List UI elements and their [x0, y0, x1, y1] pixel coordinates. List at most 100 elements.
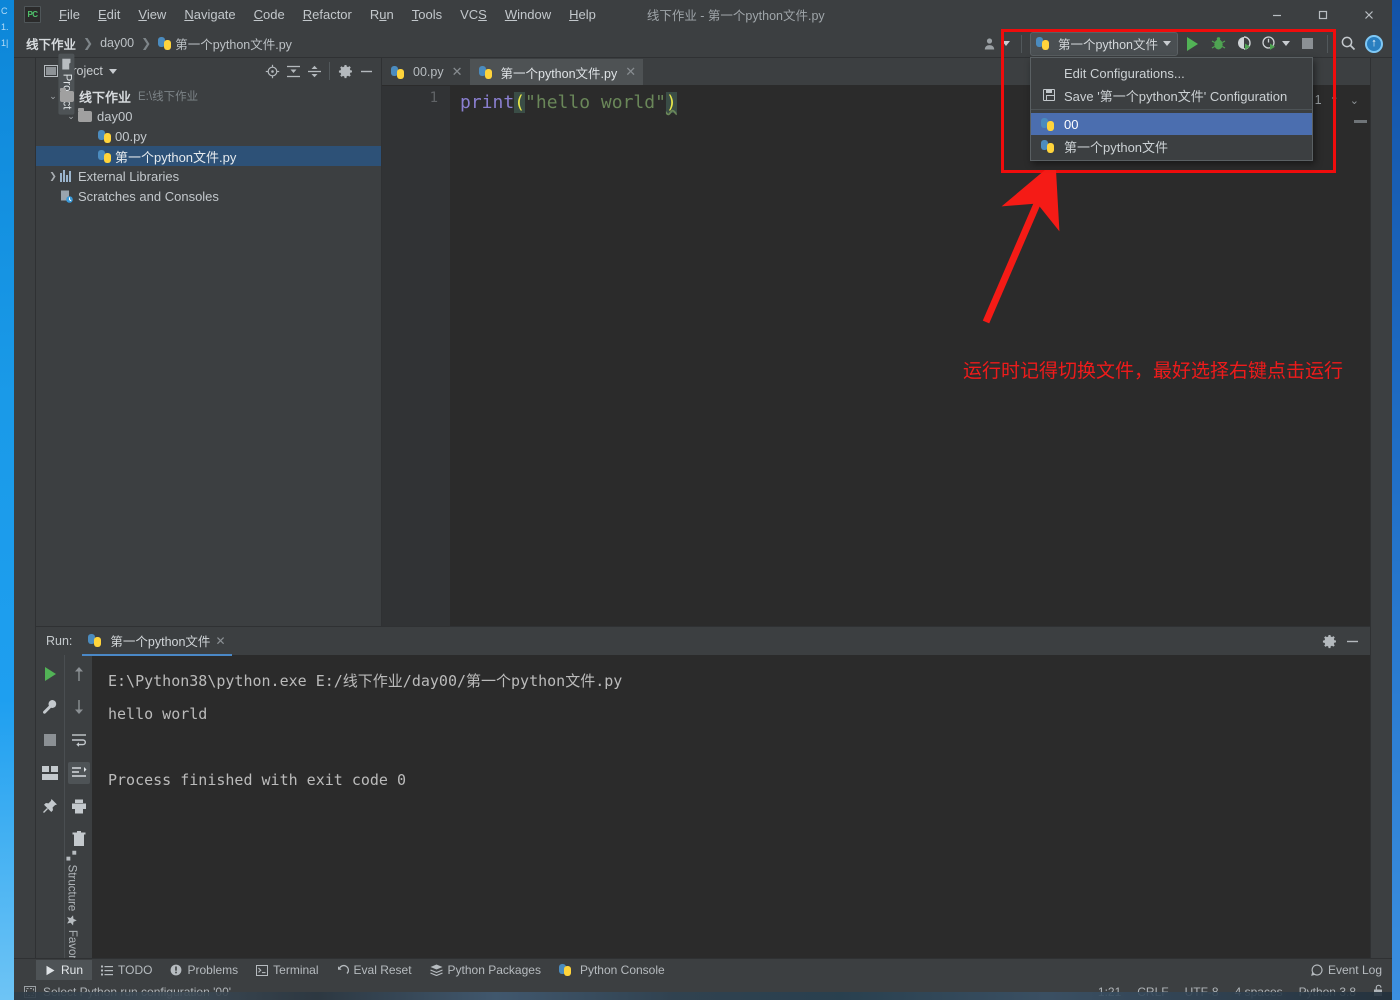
- tree-row[interactable]: ⌄ 线下作业 E:\线下作业: [36, 86, 381, 106]
- run-tab[interactable]: 第一个python文件 ✕: [82, 628, 232, 656]
- search-everywhere-button[interactable]: [1336, 32, 1360, 56]
- tool-button-problems[interactable]: Problems: [161, 960, 247, 980]
- hide-icon[interactable]: [356, 61, 376, 81]
- menu-file[interactable]: File: [50, 4, 89, 25]
- soft-wrap-icon[interactable]: [68, 729, 90, 751]
- down-arrow-icon[interactable]: [68, 696, 90, 718]
- debug-icon: [1211, 37, 1225, 50]
- stripe-item-project[interactable]: Project: [57, 53, 74, 115]
- debug-button[interactable]: [1206, 32, 1230, 56]
- tool-button-terminal[interactable]: Terminal: [247, 960, 327, 980]
- search-icon: [1341, 36, 1355, 51]
- wrench-icon[interactable]: [39, 696, 61, 718]
- run-configuration-selector[interactable]: 第一个python文件: [1029, 31, 1178, 56]
- menu-code[interactable]: Code: [245, 4, 294, 25]
- tree-row[interactable]: 00.py: [36, 126, 381, 146]
- code-editor[interactable]: 1 print("hello world") 1 ⌃ ⌄: [382, 85, 1370, 626]
- save-icon: [1041, 89, 1057, 101]
- menu-vcs[interactable]: VCS: [451, 4, 496, 25]
- close-tab-icon[interactable]: ✕: [452, 64, 463, 80]
- settings-icon[interactable]: [335, 61, 355, 81]
- tool-button-eval-reset[interactable]: Eval Reset: [328, 960, 421, 980]
- menu-run[interactable]: Run: [361, 4, 403, 25]
- scroll-to-end-icon[interactable]: [67, 762, 90, 784]
- console-output[interactable]: E:\Python38\python.exe E:/线下作业/day00/第一个…: [92, 655, 1370, 958]
- maximize-button[interactable]: [1300, 0, 1346, 29]
- stop-icon[interactable]: [39, 729, 61, 751]
- editor-tab-00[interactable]: 00.py ✕: [382, 59, 470, 85]
- up-arrow-icon[interactable]: [68, 663, 90, 685]
- user-account-icon[interactable]: [980, 32, 1013, 56]
- desktop-background-right: [1392, 0, 1400, 1000]
- menu-navigate[interactable]: Navigate: [175, 4, 244, 25]
- collapse-all-icon[interactable]: [304, 61, 324, 81]
- breadcrumb-file[interactable]: 第一个python文件.py: [158, 34, 292, 53]
- tool-button-python-console[interactable]: Python Console: [550, 960, 674, 980]
- console-line: hello world: [108, 705, 208, 723]
- expand-arrow-icon[interactable]: ⌄: [64, 109, 78, 123]
- pycharm-logo-icon: PC: [24, 6, 41, 23]
- close-tab-icon[interactable]: ✕: [625, 64, 636, 80]
- inspection-widget[interactable]: 1 ⌃ ⌄: [1309, 88, 1368, 112]
- code-content[interactable]: print("hello world"): [450, 86, 1370, 626]
- menu-view[interactable]: View: [129, 4, 175, 25]
- update-project-button[interactable]: ↑: [1362, 32, 1386, 56]
- tree-row[interactable]: ⌄ day00: [36, 106, 381, 126]
- tree-row[interactable]: 第一个python文件.py: [36, 146, 381, 166]
- expand-all-icon[interactable]: [283, 61, 303, 81]
- tool-button-run[interactable]: Run: [36, 960, 93, 980]
- menu-item-config-00[interactable]: 00: [1031, 113, 1312, 135]
- editor-tab-first-python-file[interactable]: 第一个python文件.py ✕: [469, 59, 644, 85]
- menu-item-label: Edit Configurations...: [1064, 65, 1185, 81]
- python-config-icon: [1040, 117, 1057, 131]
- locate-icon[interactable]: [262, 61, 282, 81]
- taskbar[interactable]: [14, 992, 1392, 1000]
- menu-window[interactable]: Window: [496, 4, 560, 25]
- tool-button-python-packages[interactable]: Python Packages: [421, 960, 550, 980]
- layout-icon[interactable]: [39, 762, 61, 784]
- stripe-item-structure[interactable]: Structure: [63, 846, 79, 917]
- python-file-icon: [158, 36, 172, 50]
- event-log-button[interactable]: Event Log: [1311, 963, 1382, 977]
- code-token-function: print: [460, 92, 515, 113]
- menu-help[interactable]: Help: [560, 4, 605, 25]
- folder-icon: [78, 107, 92, 122]
- breadcrumb-folder[interactable]: day00: [100, 36, 134, 50]
- tool-button-label: Problems: [187, 963, 239, 977]
- settings-icon[interactable]: [1319, 631, 1339, 651]
- menu-refactor[interactable]: Refactor: [294, 4, 361, 25]
- chevron-up-icon[interactable]: ⌃: [1327, 94, 1342, 107]
- stop-button[interactable]: [1295, 32, 1319, 56]
- toolbar-divider: [1020, 34, 1022, 53]
- menu-edit[interactable]: Edit: [89, 4, 129, 25]
- run-with-coverage-button[interactable]: [1232, 32, 1256, 56]
- print-icon[interactable]: [68, 795, 90, 817]
- menu-item-config-first-python-file[interactable]: 第一个python文件: [1031, 135, 1312, 157]
- profile-button[interactable]: [1258, 32, 1293, 56]
- structure-icon: [65, 850, 76, 861]
- tree-row[interactable]: Scratches and Consoles: [36, 186, 381, 206]
- eval-reset-icon: [337, 964, 349, 974]
- minimize-button[interactable]: [1254, 0, 1300, 29]
- menu-tools[interactable]: Tools: [403, 4, 451, 25]
- tool-button-todo[interactable]: TODO: [92, 960, 161, 980]
- tree-label: 第一个python文件.py: [115, 149, 237, 165]
- run-icon: [46, 965, 55, 975]
- pin-icon[interactable]: [39, 795, 61, 817]
- rerun-icon[interactable]: [39, 663, 61, 685]
- close-button[interactable]: [1346, 0, 1392, 29]
- chevron-down-icon[interactable]: [108, 68, 117, 74]
- expand-arrow-icon[interactable]: ❯: [46, 169, 60, 183]
- chevron-down-icon[interactable]: ⌄: [1347, 94, 1362, 107]
- menu-item-edit-configurations[interactable]: Edit Configurations...: [1031, 62, 1312, 84]
- tool-button-label: Python Console: [579, 963, 665, 977]
- run-button[interactable]: [1180, 32, 1204, 56]
- breadcrumb-project[interactable]: 线下作业: [26, 34, 76, 53]
- hide-icon[interactable]: [1342, 631, 1362, 651]
- scrollbar-thumb[interactable]: [1354, 120, 1367, 123]
- packages-icon: [429, 964, 443, 976]
- close-tab-icon[interactable]: ✕: [215, 634, 225, 648]
- expand-arrow-icon[interactable]: ⌄: [46, 89, 60, 103]
- menu-item-save-configuration[interactable]: Save '第一个python文件' Configuration: [1031, 84, 1312, 106]
- tree-row[interactable]: ❯ External Libraries: [36, 166, 381, 186]
